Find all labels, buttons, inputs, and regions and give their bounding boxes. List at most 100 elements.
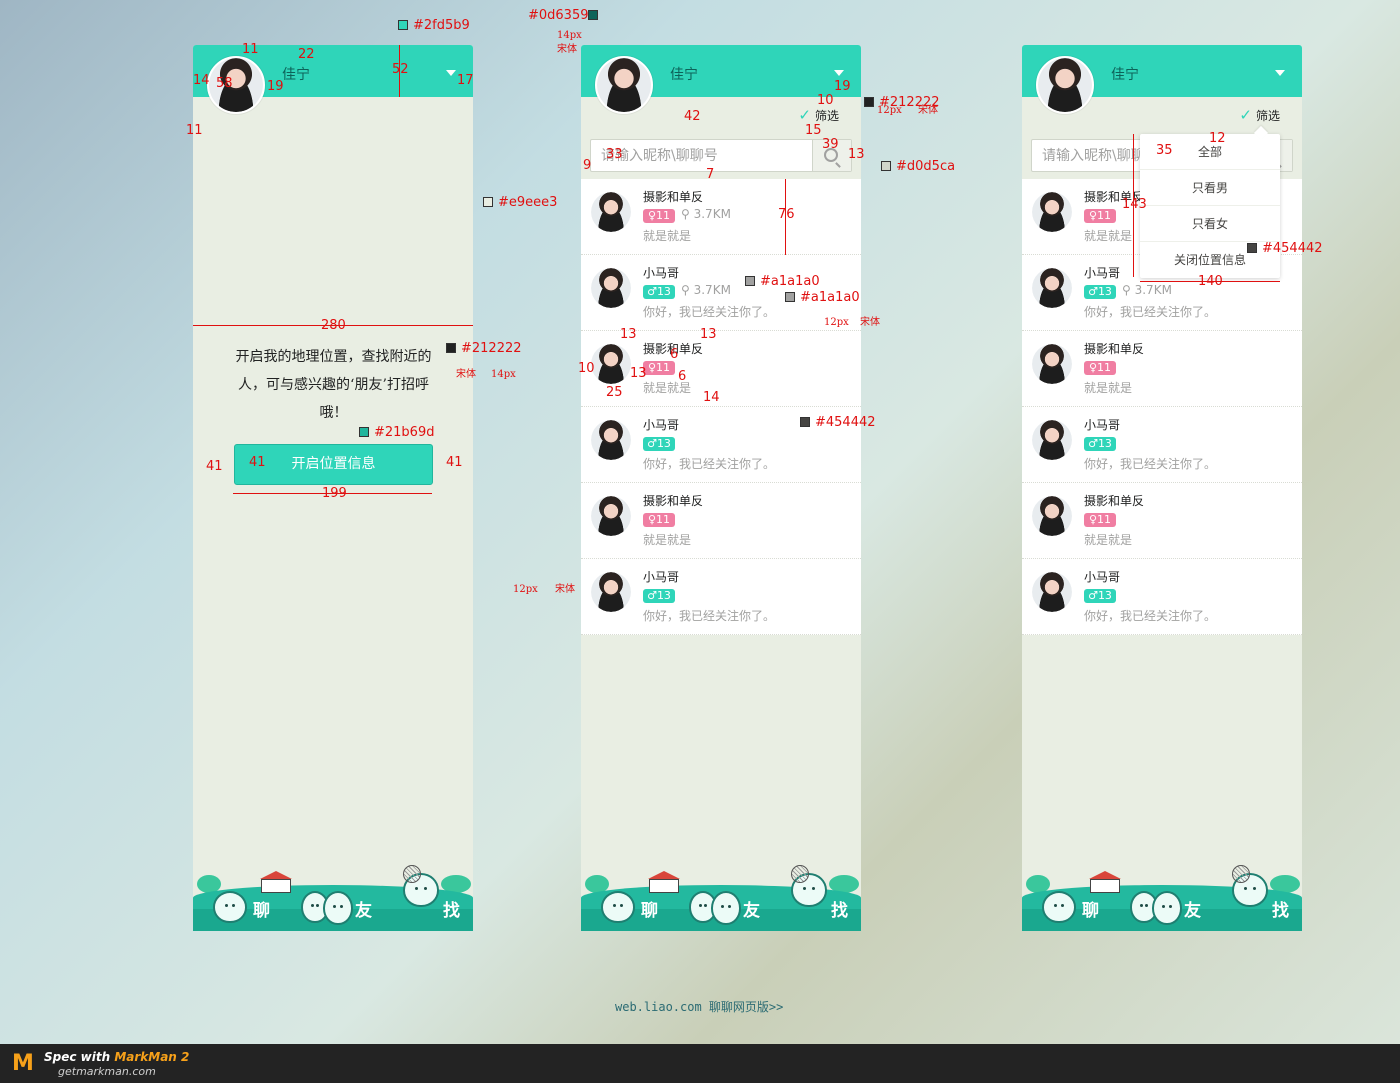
color-label: #a1a1a0 bbox=[760, 274, 820, 289]
footer-illustration: 聊 友 找 bbox=[581, 865, 861, 931]
distance: ⚲ 3.7KM bbox=[681, 207, 731, 221]
item-name: 摄影和单反 bbox=[1084, 342, 1145, 356]
web-version-link[interactable]: web.liao.com 聊聊网页版>> bbox=[615, 998, 783, 1015]
dim-label: 35 bbox=[1156, 143, 1173, 158]
avatar-image bbox=[1038, 58, 1092, 112]
item-name: 摄影和单反 bbox=[643, 494, 704, 508]
dim-label: 7 bbox=[706, 167, 715, 182]
chevron-down-icon[interactable] bbox=[446, 70, 456, 76]
filter-toggle[interactable]: ✓ 筛选 bbox=[1239, 106, 1280, 124]
gender-age-badge: ♀11 bbox=[1084, 513, 1116, 527]
avatar bbox=[591, 420, 631, 460]
list-item[interactable]: 摄影和单反 ♀11 就是就是 bbox=[1022, 483, 1302, 559]
gender-age-badge: ♂13 bbox=[1084, 285, 1116, 299]
swatch bbox=[881, 161, 891, 171]
item-message: 你好，我已经关注你了。 bbox=[1084, 609, 1217, 623]
chevron-down-icon[interactable] bbox=[1275, 70, 1285, 76]
header-bar: 佳宁 bbox=[193, 45, 473, 114]
gender-age-badge: ♂13 bbox=[643, 285, 675, 299]
tab-chat[interactable]: 聊 bbox=[641, 896, 658, 921]
tab-find[interactable]: 找 bbox=[831, 896, 848, 921]
font-size-label: 12px bbox=[877, 105, 902, 116]
house-icon bbox=[648, 871, 680, 893]
dim-label: 19 bbox=[267, 79, 284, 94]
dim-label: 15 bbox=[805, 123, 822, 138]
gender-age-badge: ♀11 bbox=[643, 361, 675, 375]
list-item[interactable]: 摄影和单反 ♀11 就是就是 bbox=[581, 483, 861, 559]
tab-chat[interactable]: 聊 bbox=[253, 896, 270, 921]
dim-label: 33 bbox=[606, 147, 623, 162]
dim-label: 11 bbox=[186, 123, 203, 138]
color-label: #454442 bbox=[1262, 241, 1323, 256]
list-item[interactable]: 摄影和单反 ♀11 ⚲ 3.7KM 就是就是 bbox=[581, 179, 861, 255]
avatar bbox=[1032, 572, 1072, 612]
avatar bbox=[591, 344, 631, 384]
header-bar: 佳宁 bbox=[1022, 45, 1302, 114]
item-message: 就是就是 bbox=[1084, 533, 1133, 547]
check-icon: ✓ bbox=[1239, 106, 1252, 124]
header-bar: 佳宁 bbox=[581, 45, 861, 114]
font-size-label: 14px bbox=[491, 369, 516, 380]
tab-friends[interactable]: 友 bbox=[1184, 896, 1201, 921]
list-item[interactable]: 小马哥 ♂13 你好，我已经关注你了。 bbox=[1022, 559, 1302, 635]
dim-label: 12 bbox=[1209, 131, 1226, 146]
swatch bbox=[359, 427, 369, 437]
font-size-label: 12px bbox=[824, 317, 849, 328]
item-name: 小马哥 bbox=[1084, 266, 1121, 280]
swatch bbox=[800, 417, 810, 427]
footer-illustration: 聊 友 找 bbox=[193, 865, 473, 931]
dim-label: 25 bbox=[606, 385, 623, 400]
tab-friends[interactable]: 友 bbox=[355, 896, 372, 921]
list-item[interactable]: 摄影和单反 ♀11 就是就是 bbox=[581, 331, 861, 407]
dim-label: 17 bbox=[457, 73, 474, 88]
avatar-image bbox=[597, 58, 651, 112]
item-name: 摄影和单反 bbox=[643, 190, 704, 204]
avatar bbox=[1032, 344, 1072, 384]
list-item[interactable]: 小马哥 ♂13 你好，我已经关注你了。 bbox=[1022, 407, 1302, 483]
mascot-chat-icon bbox=[601, 891, 635, 923]
filter-toggle[interactable]: ✓ 筛选 bbox=[798, 106, 839, 124]
user-name: 佳宁 bbox=[1111, 67, 1139, 83]
mascot-chat-icon bbox=[1042, 891, 1076, 923]
user-name: 佳宁 bbox=[282, 67, 310, 83]
item-name: 小马哥 bbox=[1084, 570, 1121, 584]
list-item[interactable]: 摄影和单反 ♀11 就是就是 bbox=[1022, 331, 1302, 407]
swatch bbox=[785, 292, 795, 302]
markman-logo-icon: M bbox=[12, 1051, 34, 1076]
dim-label: 14 bbox=[703, 390, 720, 405]
item-name: 小马哥 bbox=[643, 570, 680, 584]
location-intro-text: 开启我的地理位置，查找附近的人，可与感兴趣的‘朋友’打招呼哦！ bbox=[235, 349, 432, 421]
markman-footer-bar: M Spec with MarkMan 2 getmarkman.com bbox=[0, 1044, 1400, 1083]
menu-item-female-only[interactable]: 只看女 bbox=[1140, 206, 1280, 242]
user-avatar[interactable] bbox=[1036, 56, 1094, 114]
search-box bbox=[590, 139, 852, 172]
check-icon: ✓ bbox=[798, 106, 811, 124]
item-name: 小马哥 bbox=[643, 418, 680, 432]
tab-find[interactable]: 找 bbox=[1272, 896, 1289, 921]
tab-friends[interactable]: 友 bbox=[743, 896, 760, 921]
swatch bbox=[398, 20, 408, 30]
distance: ⚲ 3.7KM bbox=[1122, 283, 1172, 297]
chevron-down-icon[interactable] bbox=[834, 70, 844, 76]
item-name: 小马哥 bbox=[1084, 418, 1121, 432]
swatch bbox=[588, 10, 598, 20]
butterfly-net-icon bbox=[791, 865, 809, 883]
gender-age-badge: ♂13 bbox=[643, 437, 675, 451]
user-avatar[interactable] bbox=[595, 56, 653, 114]
item-name: 小马哥 bbox=[643, 266, 680, 280]
font-label: 宋体 bbox=[456, 369, 476, 380]
menu-item-male-only[interactable]: 只看男 bbox=[1140, 170, 1280, 206]
search-input[interactable] bbox=[591, 140, 812, 171]
tab-chat[interactable]: 聊 bbox=[1082, 896, 1099, 921]
item-message: 就是就是 bbox=[1084, 381, 1133, 395]
font-size-label: 14px bbox=[557, 30, 582, 41]
butterfly-net-icon bbox=[403, 865, 421, 883]
menu-item-close-location[interactable]: 关闭位置信息 bbox=[1140, 242, 1280, 278]
color-label: #a1a1a0 bbox=[800, 290, 860, 305]
swatch bbox=[483, 197, 493, 207]
dim-label: 58 bbox=[216, 76, 233, 91]
list-item[interactable]: 小马哥 ♂13 你好，我已经关注你了。 bbox=[581, 559, 861, 635]
tab-find[interactable]: 找 bbox=[443, 896, 460, 921]
item-name: 摄影和单反 bbox=[1084, 494, 1145, 508]
filter-label: 筛选 bbox=[814, 108, 839, 123]
